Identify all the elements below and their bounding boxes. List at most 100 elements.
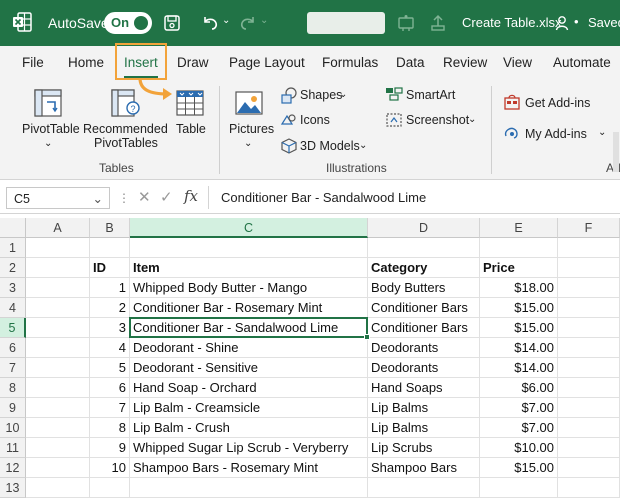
- name-box[interactable]: C5 ⌄: [6, 187, 110, 209]
- autosave-toggle[interactable]: On: [104, 12, 152, 34]
- tab-view[interactable]: View: [503, 55, 532, 70]
- tab-data[interactable]: Data: [396, 55, 425, 70]
- row-header-6[interactable]: 6: [0, 338, 26, 358]
- undo-dropdown-icon[interactable]: ⌄: [222, 15, 230, 26]
- cell-c7[interactable]: Deodorant - Sensitive: [130, 358, 368, 378]
- select-all-corner[interactable]: [0, 218, 26, 238]
- cancel-icon[interactable]: ✕: [138, 188, 151, 206]
- cell-b5[interactable]: 3: [90, 318, 130, 338]
- cell-a13[interactable]: [26, 478, 90, 498]
- cell-c8[interactable]: Hand Soap - Orchard: [130, 378, 368, 398]
- cell-c2[interactable]: Item: [130, 258, 368, 278]
- cell-c9[interactable]: Lip Balm - Creamsicle: [130, 398, 368, 418]
- cell-a2[interactable]: [26, 258, 90, 278]
- cell-f9[interactable]: [558, 398, 620, 418]
- row-header-8[interactable]: 8: [0, 378, 26, 398]
- tab-page-layout[interactable]: Page Layout: [229, 55, 305, 70]
- cell-e5[interactable]: $15.00: [480, 318, 558, 338]
- cell-b6[interactable]: 4: [90, 338, 130, 358]
- cell-a7[interactable]: [26, 358, 90, 378]
- column-header-b[interactable]: B: [90, 218, 130, 238]
- cell-d4[interactable]: Conditioner Bars: [368, 298, 480, 318]
- cell-e13[interactable]: [480, 478, 558, 498]
- cell-e9[interactable]: $7.00: [480, 398, 558, 418]
- cell-d9[interactable]: Lip Balms: [368, 398, 480, 418]
- cell-d8[interactable]: Hand Soaps: [368, 378, 480, 398]
- cell-a10[interactable]: [26, 418, 90, 438]
- cell-b7[interactable]: 5: [90, 358, 130, 378]
- cell-d12[interactable]: Shampoo Bars: [368, 458, 480, 478]
- cell-f11[interactable]: [558, 438, 620, 458]
- cell-f3[interactable]: [558, 278, 620, 298]
- column-header-c[interactable]: C: [130, 218, 368, 238]
- column-header-e[interactable]: E: [480, 218, 558, 238]
- cell-a9[interactable]: [26, 398, 90, 418]
- cell-d7[interactable]: Deodorants: [368, 358, 480, 378]
- ribbon-scroll-bar[interactable]: [612, 132, 620, 172]
- tab-formulas[interactable]: Formulas: [322, 55, 378, 70]
- cell-d11[interactable]: Lip Scrubs: [368, 438, 480, 458]
- cell-c4[interactable]: Conditioner Bar - Rosemary Mint: [130, 298, 368, 318]
- row-header-9[interactable]: 9: [0, 398, 26, 418]
- cell-b1[interactable]: [90, 238, 130, 258]
- row-header-7[interactable]: 7: [0, 358, 26, 378]
- cell-f10[interactable]: [558, 418, 620, 438]
- cell-a4[interactable]: [26, 298, 90, 318]
- share-user-icon[interactable]: [555, 13, 571, 33]
- fill-handle[interactable]: [364, 334, 370, 340]
- cell-b3[interactable]: 1: [90, 278, 130, 298]
- cell-e4[interactable]: $15.00: [480, 298, 558, 318]
- cell-c3[interactable]: Whipped Body Butter - Mango: [130, 278, 368, 298]
- cell-d10[interactable]: Lip Balms: [368, 418, 480, 438]
- name-box-dropdown-icon[interactable]: ⌄: [93, 191, 103, 206]
- cell-d5[interactable]: Conditioner Bars: [368, 318, 480, 338]
- cell-a5[interactable]: [26, 318, 90, 338]
- cell-c6[interactable]: Deodorant - Shine: [130, 338, 368, 358]
- cell-d2[interactable]: Category: [368, 258, 480, 278]
- cell-f1[interactable]: [558, 238, 620, 258]
- row-header-12[interactable]: 12: [0, 458, 26, 478]
- cell-e12[interactable]: $15.00: [480, 458, 558, 478]
- cell-c11[interactable]: Whipped Sugar Lip Scrub - Veryberry: [130, 438, 368, 458]
- undo-icon[interactable]: [200, 13, 220, 33]
- cell-e7[interactable]: $14.00: [480, 358, 558, 378]
- cell-d6[interactable]: Deodorants: [368, 338, 480, 358]
- worksheet-grid[interactable]: A B C D E F 1 2 ID Item Category Price 3 1 Whipped Bod…: [0, 218, 620, 498]
- cell-c13[interactable]: [130, 478, 368, 498]
- tab-home[interactable]: Home: [68, 55, 104, 70]
- cell-d13[interactable]: [368, 478, 480, 498]
- cell-a12[interactable]: [26, 458, 90, 478]
- cell-e8[interactable]: $6.00: [480, 378, 558, 398]
- cell-f4[interactable]: [558, 298, 620, 318]
- column-header-d[interactable]: D: [368, 218, 480, 238]
- cell-b2[interactable]: ID: [90, 258, 130, 278]
- cell-e2[interactable]: Price: [480, 258, 558, 278]
- row-header-11[interactable]: 11: [0, 438, 26, 458]
- cell-b11[interactable]: 9: [90, 438, 130, 458]
- formula-input[interactable]: Conditioner Bar - Sandalwood Lime: [208, 186, 620, 209]
- cell-b8[interactable]: 6: [90, 378, 130, 398]
- cell-f8[interactable]: [558, 378, 620, 398]
- cell-a11[interactable]: [26, 438, 90, 458]
- cell-f5[interactable]: [558, 318, 620, 338]
- row-header-5[interactable]: 5: [0, 318, 26, 338]
- cell-f13[interactable]: [558, 478, 620, 498]
- cell-a8[interactable]: [26, 378, 90, 398]
- save-icon[interactable]: [162, 13, 182, 33]
- cell-d3[interactable]: Body Butters: [368, 278, 480, 298]
- row-header-10[interactable]: 10: [0, 418, 26, 438]
- cell-e3[interactable]: $18.00: [480, 278, 558, 298]
- cell-c1[interactable]: [130, 238, 368, 258]
- cell-c12[interactable]: Shampoo Bars - Rosemary Mint: [130, 458, 368, 478]
- enter-icon[interactable]: ✓: [160, 188, 173, 206]
- tab-file[interactable]: File: [22, 55, 44, 70]
- row-header-13[interactable]: 13: [0, 478, 26, 498]
- cell-d1[interactable]: [368, 238, 480, 258]
- cell-b12[interactable]: 10: [90, 458, 130, 478]
- row-header-2[interactable]: 2: [0, 258, 26, 278]
- cell-e6[interactable]: $14.00: [480, 338, 558, 358]
- tab-automate[interactable]: Automate: [553, 55, 611, 70]
- cell-a6[interactable]: [26, 338, 90, 358]
- cell-a1[interactable]: [26, 238, 90, 258]
- cell-e10[interactable]: $7.00: [480, 418, 558, 438]
